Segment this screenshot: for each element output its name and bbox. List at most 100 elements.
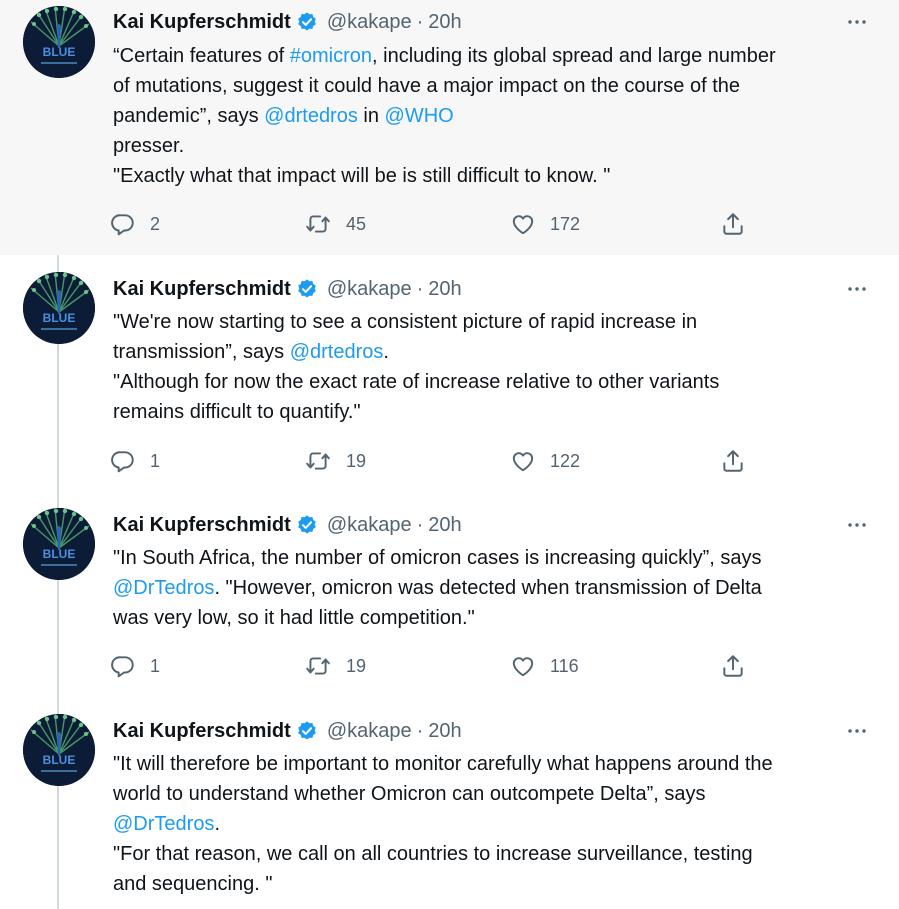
separator-dot: · <box>416 719 424 742</box>
tweet-text: “Certain features of #omicron, including… <box>113 41 883 191</box>
like-button[interactable]: 122 <box>510 446 580 476</box>
hashtag-link[interactable]: #omicron <box>290 45 372 67</box>
mention-link[interactable]: @drtedros <box>264 105 358 127</box>
avatar[interactable]: BLUE <box>23 714 95 786</box>
avatar[interactable]: BLUE <box>23 6 95 78</box>
tweet-text-segment: . "However, omicron was detected when tr… <box>214 577 762 599</box>
reply-count: 1 <box>150 655 161 676</box>
reply-button[interactable]: 1 <box>110 446 160 476</box>
like-button[interactable]: 172 <box>510 209 580 239</box>
tweet-text-segment: world to understand whether Omicron can … <box>113 783 706 805</box>
tweet-text-line: transmission”, says @drtedros. <box>113 337 883 367</box>
tweet-text-line: world to understand whether Omicron can … <box>113 779 883 809</box>
mention-link[interactable]: @DrTedros <box>113 577 214 599</box>
reply-icon <box>110 653 136 679</box>
tweet[interactable]: BLUE Kai Kupferschmidt @kakape · 20h "It… <box>0 697 899 909</box>
author-handle[interactable]: @kakape <box>327 720 412 743</box>
reply-button[interactable]: 2 <box>110 209 160 239</box>
tweet-text-segment: in <box>357 105 385 127</box>
tweet-text-line: "Although for now the exact rate of incr… <box>113 367 883 397</box>
tweet-text-segment: of mutations, suggest it could have a ma… <box>113 75 741 97</box>
reply-count: 2 <box>150 213 161 234</box>
more-dots-icon[interactable] <box>845 10 869 34</box>
avatar-image: BLUE <box>23 272 95 344</box>
tweet-time[interactable]: 20h <box>428 11 461 34</box>
tweet-text: "It will therefore be important to monit… <box>113 749 883 899</box>
avatar-image: BLUE <box>23 6 95 78</box>
tweet-time[interactable]: 20h <box>428 720 461 743</box>
tweet-text-segment: "In South Africa, the number of omicron … <box>113 547 762 569</box>
tweet-text-line: @DrTedros. "However, omicron was detecte… <box>113 573 883 603</box>
author-name[interactable]: Kai Kupferschmidt <box>113 278 291 301</box>
tweet-text-segment: and sequencing. " <box>113 873 273 895</box>
share-button[interactable] <box>720 209 746 239</box>
retweet-button[interactable]: 45 <box>304 209 366 239</box>
mention-link[interactable]: @WHO <box>385 105 454 127</box>
author-handle[interactable]: @kakape <box>327 514 412 537</box>
tweet-text-segment: . <box>383 341 389 363</box>
tweet-text-line: "For that reason, we call on all countri… <box>113 839 883 869</box>
tweet-text-line: "It will therefore be important to monit… <box>113 749 883 779</box>
tweet-time[interactable]: 20h <box>428 514 461 537</box>
tweet[interactable]: BLUE Kai Kupferschmidt @kakape · 20h “Ce… <box>0 0 899 255</box>
mention-link[interactable]: @drtedros <box>290 341 384 363</box>
tweet-text-line: of mutations, suggest it could have a ma… <box>113 71 883 101</box>
reply-icon <box>110 211 136 237</box>
like-count: 122 <box>550 450 581 471</box>
author-handle[interactable]: @kakape <box>327 11 412 34</box>
verified-badge-icon <box>296 514 318 536</box>
mention-link[interactable]: @DrTedros <box>113 813 214 835</box>
more-dots-icon[interactable] <box>845 277 869 301</box>
avatar[interactable]: BLUE <box>23 508 95 580</box>
retweet-count: 19 <box>346 450 367 471</box>
tweet-text-segment: "It will therefore be important to monit… <box>113 753 773 775</box>
like-count: 116 <box>550 655 579 676</box>
tweet-text-line: pandemic”, says @drtedros in @WHO <box>113 101 883 131</box>
tweet-text-line: presser. <box>113 131 883 161</box>
like-button[interactable]: 116 <box>510 651 579 681</box>
verified-badge-icon <box>296 11 318 33</box>
svg-text:BLUE: BLUE <box>43 311 76 325</box>
retweet-button[interactable]: 19 <box>304 446 366 476</box>
tweet-text-segment: “Certain features of <box>113 45 290 67</box>
tweet[interactable]: BLUE Kai Kupferschmidt @kakape · 20h "In… <box>0 491 899 697</box>
tweet-time[interactable]: 20h <box>428 278 461 301</box>
tweet[interactable]: BLUE Kai Kupferschmidt @kakape · 20h "We… <box>0 255 899 491</box>
tweet-text-segment: , including its global spread and large … <box>372 45 776 67</box>
tweet-text-line: and sequencing. " <box>113 869 883 899</box>
more-dots-icon[interactable] <box>845 719 869 743</box>
retweet-icon <box>304 211 332 237</box>
verified-badge-icon <box>296 720 318 742</box>
tweet-text: "We're now starting to see a consistent … <box>113 307 883 427</box>
tweet-header: Kai Kupferschmidt @kakape · 20h <box>113 719 462 743</box>
tweet-text-line: @DrTedros. <box>113 809 883 839</box>
author-name[interactable]: Kai Kupferschmidt <box>113 11 291 34</box>
reply-button[interactable]: 1 <box>110 651 160 681</box>
more-dots-icon[interactable] <box>845 513 869 537</box>
author-name[interactable]: Kai Kupferschmidt <box>113 720 291 743</box>
retweet-button[interactable]: 19 <box>304 651 366 681</box>
tweet-header: Kai Kupferschmidt @kakape · 20h <box>113 513 462 537</box>
share-button[interactable] <box>720 446 746 476</box>
tweet-text-segment: . <box>214 813 220 835</box>
tweet-text-line: was very low, so it had little competiti… <box>113 603 883 633</box>
tweet-text: "In South Africa, the number of omicron … <box>113 543 883 633</box>
tweet-text-line: "We're now starting to see a consistent … <box>113 307 883 337</box>
tweet-text-line: “Certain features of #omicron, including… <box>113 41 883 71</box>
retweet-count: 19 <box>346 655 367 676</box>
tweet-actions: 1 19 116 <box>110 651 760 681</box>
avatar[interactable]: BLUE <box>23 272 95 344</box>
retweet-icon <box>304 653 332 679</box>
share-icon <box>720 448 746 474</box>
author-name[interactable]: Kai Kupferschmidt <box>113 514 291 537</box>
like-count: 172 <box>550 213 581 234</box>
tweet-text-line: "In South Africa, the number of omicron … <box>113 543 883 573</box>
share-icon <box>720 211 746 237</box>
retweet-icon <box>304 448 332 474</box>
share-button[interactable] <box>720 651 746 681</box>
author-handle[interactable]: @kakape <box>327 278 412 301</box>
heart-icon <box>510 211 536 237</box>
avatar-image: BLUE <box>23 508 95 580</box>
share-icon <box>720 653 746 679</box>
reply-count: 1 <box>150 450 161 471</box>
